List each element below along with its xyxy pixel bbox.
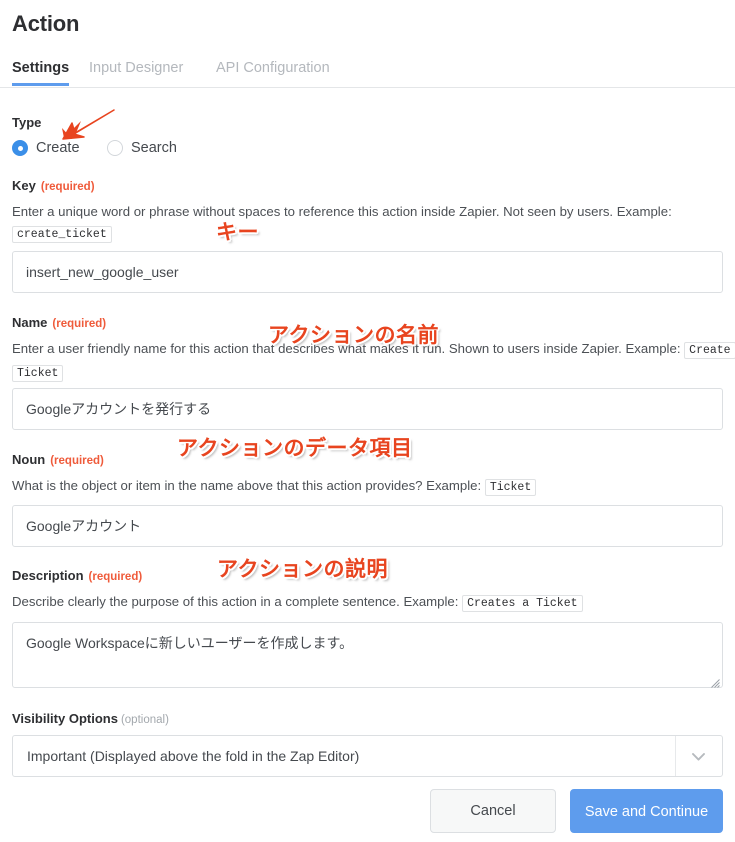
radio-option-create[interactable]: Create bbox=[12, 137, 80, 159]
key-label-text: Key bbox=[12, 178, 36, 193]
chevron-down-icon bbox=[692, 753, 705, 761]
action-settings-page: Action Settings Input Designer API Confi… bbox=[0, 0, 735, 842]
key-help-text: Enter a unique word or phrase without sp… bbox=[12, 201, 735, 245]
description-textarea[interactable] bbox=[12, 622, 723, 688]
page-title: Action bbox=[12, 11, 80, 36]
annotation-noun: アクションのデータ項目 bbox=[177, 437, 413, 460]
key-input[interactable] bbox=[12, 251, 723, 293]
visibility-select-arrow-box[interactable] bbox=[675, 736, 722, 776]
key-example-chip: create_ticket bbox=[12, 226, 112, 243]
key-label: Key (required) bbox=[12, 178, 95, 193]
noun-help-text: What is the object or item in the name a… bbox=[12, 475, 735, 498]
key-required-badge: (required) bbox=[40, 181, 95, 193]
name-label: Name (required) bbox=[12, 315, 106, 330]
visibility-label-text: Visibility Options bbox=[12, 711, 118, 726]
description-example-chip: Creates a Ticket bbox=[462, 595, 583, 612]
visibility-select[interactable]: Important (Displayed above the fold in t… bbox=[12, 735, 723, 777]
description-label: Description (required) bbox=[12, 568, 142, 583]
annotation-description: アクションの説明 bbox=[217, 558, 388, 581]
key-help-sentence: Enter a unique word or phrase without sp… bbox=[12, 204, 672, 219]
name-input[interactable] bbox=[12, 388, 723, 430]
radio-create-icon[interactable] bbox=[12, 140, 28, 156]
radio-search-label: Search bbox=[131, 140, 177, 156]
visibility-label: Visibility Options (optional) bbox=[12, 711, 169, 726]
radio-search-icon[interactable] bbox=[107, 140, 123, 156]
name-help-text: Enter a user friendly name for this acti… bbox=[12, 338, 735, 384]
tab-api-configuration[interactable]: API Configuration bbox=[216, 52, 330, 86]
visibility-select-value: Important (Displayed above the fold in t… bbox=[27, 748, 360, 764]
noun-label: Noun (required) bbox=[12, 452, 104, 467]
radio-create-label: Create bbox=[36, 140, 80, 156]
visibility-optional-badge: (optional) bbox=[120, 714, 169, 726]
radio-option-search[interactable]: Search bbox=[107, 137, 177, 159]
tab-input-designer[interactable]: Input Designer bbox=[89, 52, 183, 86]
noun-example-chip: Ticket bbox=[484, 479, 537, 496]
noun-label-text: Noun bbox=[12, 452, 46, 467]
tab-settings[interactable]: Settings bbox=[12, 52, 70, 86]
description-required-badge: (required) bbox=[88, 571, 143, 583]
description-label-text: Description bbox=[12, 568, 84, 583]
name-help-sentence: Enter a user friendly name for this acti… bbox=[12, 341, 681, 356]
cancel-button[interactable]: Cancel bbox=[430, 789, 556, 833]
noun-input[interactable] bbox=[12, 505, 723, 547]
tab-bar: Settings Input Designer API Configuratio… bbox=[0, 52, 735, 88]
save-and-continue-button[interactable]: Save and Continue bbox=[570, 789, 723, 833]
type-label: Type bbox=[12, 115, 42, 130]
description-help-sentence: Describe clearly the purpose of this act… bbox=[12, 594, 459, 609]
name-required-badge: (required) bbox=[52, 318, 107, 330]
noun-required-badge: (required) bbox=[50, 455, 104, 467]
name-label-text: Name bbox=[12, 315, 48, 330]
description-help-text: Describe clearly the purpose of this act… bbox=[12, 591, 735, 614]
noun-help-sentence: What is the object or item in the name a… bbox=[12, 478, 482, 493]
